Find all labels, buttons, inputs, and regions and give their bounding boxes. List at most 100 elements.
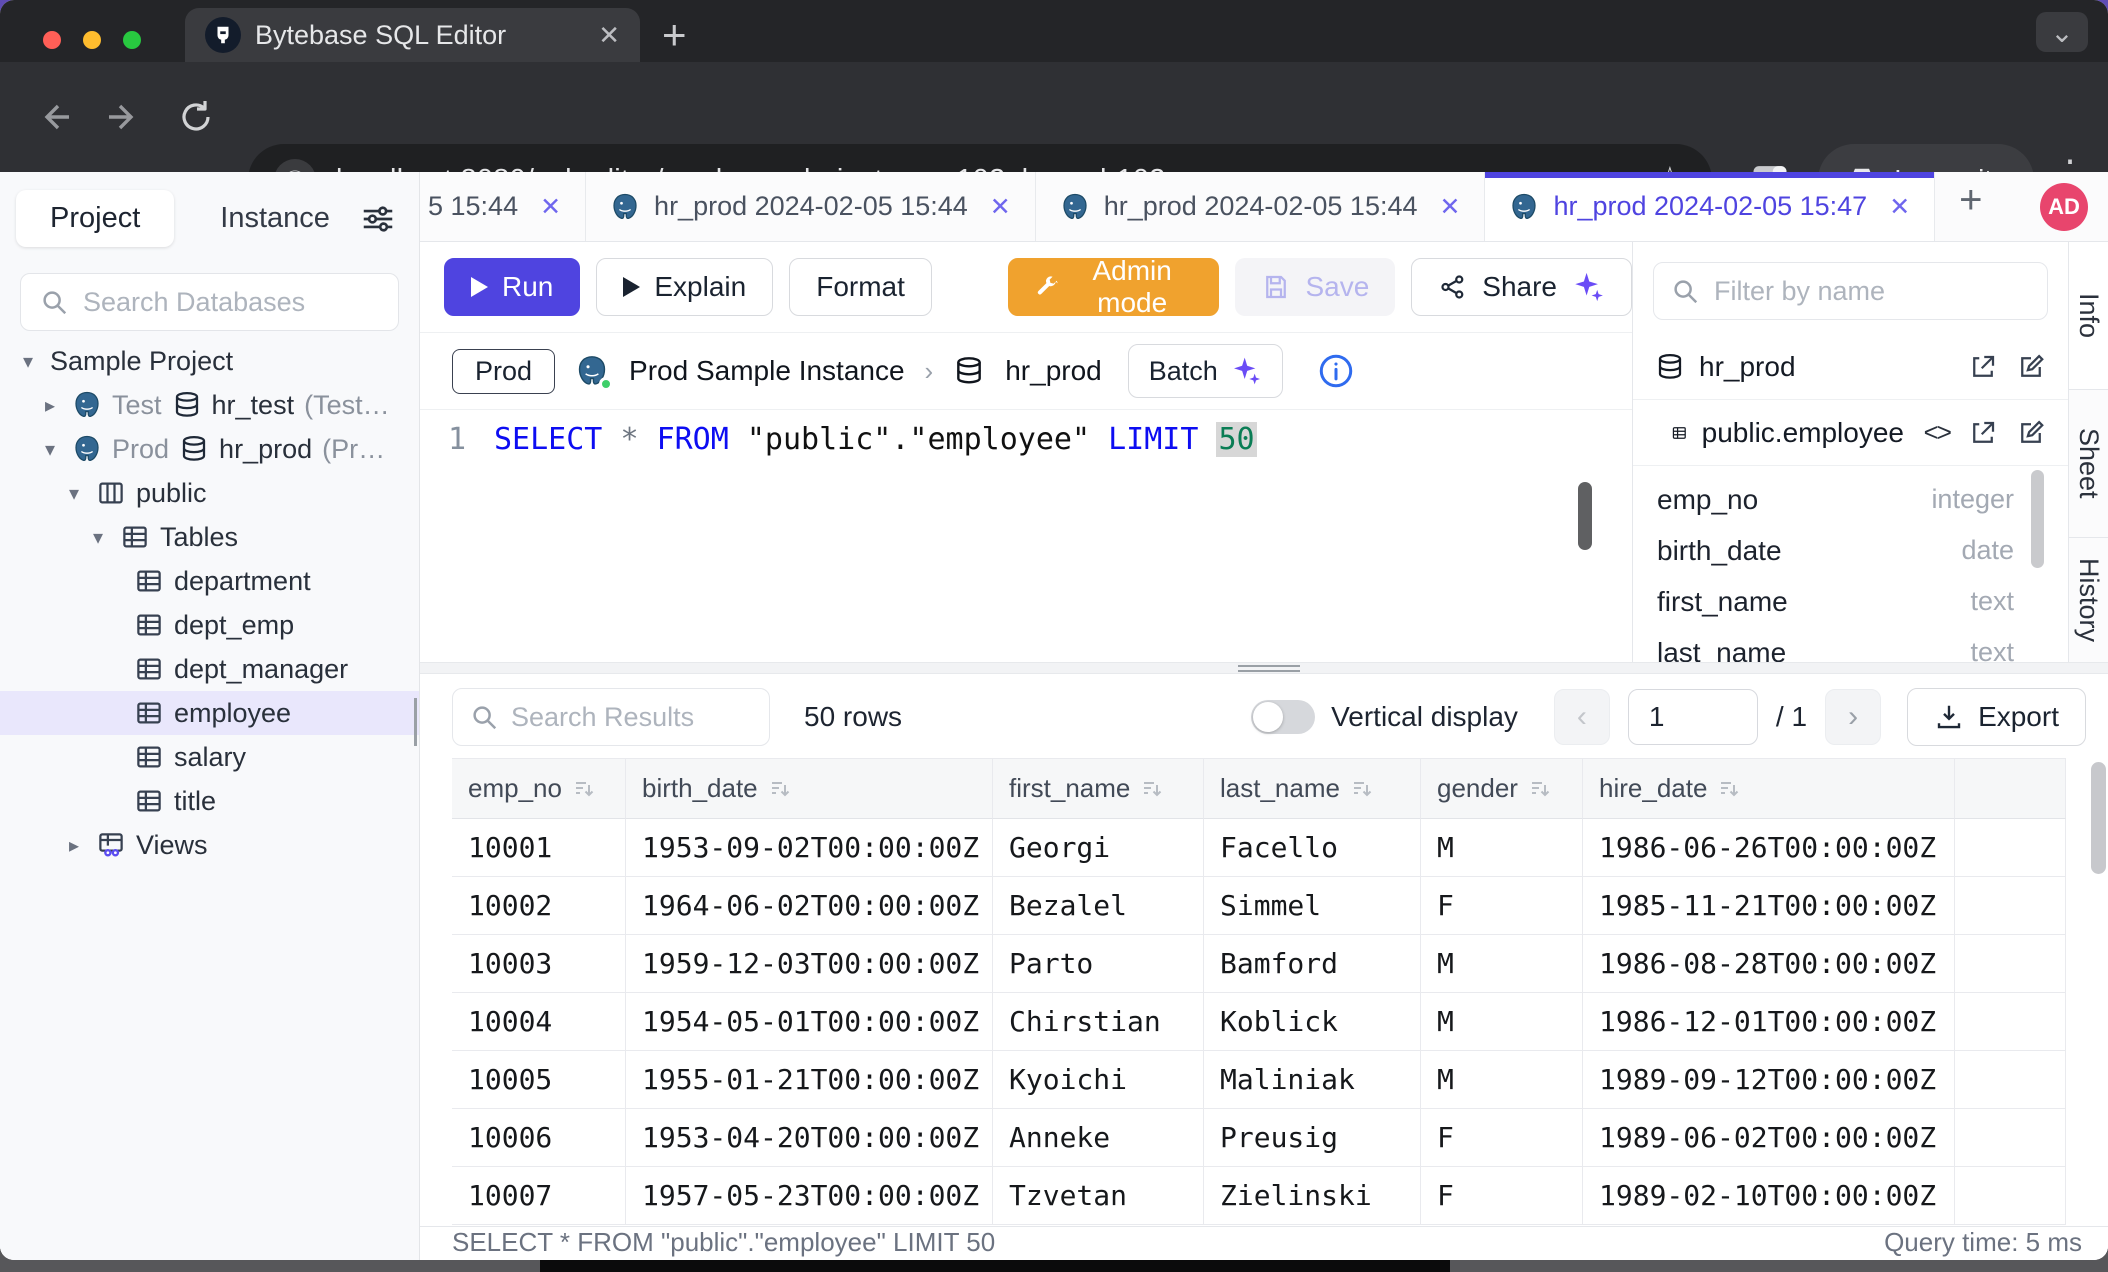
caret-down-icon[interactable]: ▾ xyxy=(16,349,40,374)
admin-mode-button[interactable]: Admin mode xyxy=(1008,258,1220,316)
tree-item-table-department[interactable]: department xyxy=(0,559,419,603)
cell[interactable]: Anneke xyxy=(993,1109,1204,1167)
cell[interactable]: Bezalel xyxy=(993,877,1204,935)
tree-item-project[interactable]: ▾ Sample Project xyxy=(0,339,419,383)
cell[interactable]: 1986-12-01T00:00:00Z xyxy=(1583,993,1955,1051)
close-icon[interactable]: ✕ xyxy=(990,192,1011,222)
window-close-button[interactable] xyxy=(43,31,61,49)
new-tab-button[interactable]: + xyxy=(662,14,687,56)
tree-item-instance-prod[interactable]: ▾ Prod hr_prod (Pr… xyxy=(0,427,419,471)
tab-project[interactable]: Project xyxy=(16,190,174,247)
window-minimize-button[interactable] xyxy=(83,31,101,49)
cell[interactable]: 10003 xyxy=(452,935,626,993)
tab-instance[interactable]: Instance xyxy=(220,202,330,235)
cell[interactable]: 1953-09-02T00:00:00Z xyxy=(626,819,993,877)
cell[interactable]: Kyoichi xyxy=(993,1051,1204,1109)
vertical-display-toggle[interactable] xyxy=(1251,700,1315,734)
cell[interactable]: Parto xyxy=(993,935,1204,993)
cell[interactable]: M xyxy=(1421,819,1583,877)
cell[interactable]: Facello xyxy=(1204,819,1421,877)
share-button[interactable]: Share xyxy=(1411,258,1632,316)
browser-tab-close-icon[interactable]: ✕ xyxy=(598,20,620,51)
cell[interactable]: 1955-01-21T00:00:00Z xyxy=(626,1051,993,1109)
sheet-tab-1[interactable]: hr_prod 2024-02-05 15:44 ✕ xyxy=(586,172,1036,241)
next-page-button[interactable]: › xyxy=(1825,689,1881,745)
results-resize-divider[interactable] xyxy=(420,662,2108,674)
cell[interactable]: 10007 xyxy=(452,1167,626,1225)
caret-down-icon[interactable]: ▾ xyxy=(38,437,62,462)
cell[interactable]: 10002 xyxy=(452,877,626,935)
back-icon[interactable] xyxy=(36,99,72,135)
schema-scrollbar-thumb[interactable] xyxy=(2031,470,2044,568)
tree-item-views-group[interactable]: ▸ Views xyxy=(0,823,419,867)
drag-handle-icon[interactable] xyxy=(1238,664,1300,674)
cell[interactable]: 1989-02-10T00:00:00Z xyxy=(1583,1167,1955,1225)
forward-icon[interactable] xyxy=(106,99,142,135)
user-avatar[interactable]: AD xyxy=(2040,183,2088,231)
prev-page-button[interactable]: ‹ xyxy=(1554,689,1610,745)
reload-icon[interactable] xyxy=(178,99,214,135)
column-header-first-name[interactable]: first_name xyxy=(993,759,1204,819)
cell[interactable]: 1989-06-02T00:00:00Z xyxy=(1583,1109,1955,1167)
results-scrollbar-thumb[interactable] xyxy=(2091,762,2106,874)
tab-history[interactable]: History xyxy=(2069,538,2108,662)
sheet-tab-2[interactable]: hr_prod 2024-02-05 15:44 ✕ xyxy=(1036,172,1486,241)
filter-by-name-input[interactable]: Filter by name xyxy=(1653,262,2048,320)
close-icon[interactable]: ✕ xyxy=(1889,192,1910,222)
export-button[interactable]: Export xyxy=(1907,688,2086,746)
search-databases-input[interactable]: Search Databases xyxy=(20,273,399,331)
cell[interactable]: 1964-06-02T00:00:00Z xyxy=(626,877,993,935)
explain-button[interactable]: Explain xyxy=(596,258,773,316)
column-header-last-name[interactable]: last_name xyxy=(1204,759,1421,819)
cell[interactable]: 10005 xyxy=(452,1051,626,1109)
cell[interactable]: 1986-08-28T00:00:00Z xyxy=(1583,935,1955,993)
tree-item-table-salary[interactable]: salary xyxy=(0,735,419,779)
tree-item-table-dept-manager[interactable]: dept_manager xyxy=(0,647,419,691)
cell[interactable]: 1957-05-23T00:00:00Z xyxy=(626,1167,993,1225)
tree-item-tables-group[interactable]: ▾ Tables xyxy=(0,515,419,559)
info-icon[interactable] xyxy=(1317,352,1355,390)
cell[interactable]: Preusig xyxy=(1204,1109,1421,1167)
external-link-icon[interactable] xyxy=(1968,418,1998,448)
external-link-icon[interactable] xyxy=(1968,352,1998,382)
tree-item-table-employee-selected[interactable]: employee xyxy=(0,691,419,735)
tab-info[interactable]: Info xyxy=(2069,242,2108,390)
instance-name[interactable]: Prod Sample Instance xyxy=(629,355,905,387)
tab-sheet[interactable]: Sheet xyxy=(2069,390,2108,538)
run-button[interactable]: Run xyxy=(444,258,580,316)
cell[interactable]: Koblick xyxy=(1204,993,1421,1051)
cell[interactable]: 1986-06-26T00:00:00Z xyxy=(1583,819,1955,877)
add-sheet-icon[interactable]: + xyxy=(1959,178,1982,241)
tree-item-table-title[interactable]: title xyxy=(0,779,419,823)
close-icon[interactable]: ✕ xyxy=(1440,192,1461,222)
edit-icon[interactable] xyxy=(2016,418,2046,448)
caret-down-icon[interactable]: ▾ xyxy=(62,481,86,506)
cell[interactable]: M xyxy=(1421,1051,1583,1109)
page-number-input[interactable] xyxy=(1628,689,1758,745)
cell[interactable]: Bamford xyxy=(1204,935,1421,993)
schema-table-row[interactable]: public.employee <> xyxy=(1633,400,2068,466)
tree-item-instance-test[interactable]: ▸ Test hr_test (Test… xyxy=(0,383,419,427)
cell[interactable]: F xyxy=(1421,1167,1583,1225)
sheet-tab-0[interactable]: 5 15:44 ✕ xyxy=(420,172,586,241)
edit-icon[interactable] xyxy=(2016,352,2046,382)
cell[interactable]: M xyxy=(1421,993,1583,1051)
tab-search-chevron-icon[interactable]: ⌄ xyxy=(2036,12,2088,52)
cell[interactable]: F xyxy=(1421,877,1583,935)
code-icon[interactable]: <> xyxy=(1924,417,1950,448)
cell[interactable]: Georgi xyxy=(993,819,1204,877)
editor-scrollbar-thumb[interactable] xyxy=(1578,482,1592,550)
cell[interactable]: M xyxy=(1421,935,1583,993)
browser-tab[interactable]: Bytebase SQL Editor ✕ xyxy=(185,8,640,62)
database-name[interactable]: hr_prod xyxy=(1005,355,1102,387)
tree-item-schema-public[interactable]: ▾ public xyxy=(0,471,419,515)
sql-editor[interactable]: 1 SELECT * FROM "public"."employee" LIMI… xyxy=(420,410,1632,662)
close-icon[interactable]: ✕ xyxy=(540,192,561,222)
caret-right-icon[interactable]: ▸ xyxy=(38,393,62,418)
caret-right-icon[interactable]: ▸ xyxy=(62,833,86,858)
sheet-tab-3-active[interactable]: hr_prod 2024-02-05 15:47 ✕ xyxy=(1485,172,1935,241)
cell[interactable]: Chirstian xyxy=(993,993,1204,1051)
window-zoom-button[interactable] xyxy=(123,31,141,49)
format-button[interactable]: Format xyxy=(789,258,932,316)
cell[interactable]: 1989-09-12T00:00:00Z xyxy=(1583,1051,1955,1109)
